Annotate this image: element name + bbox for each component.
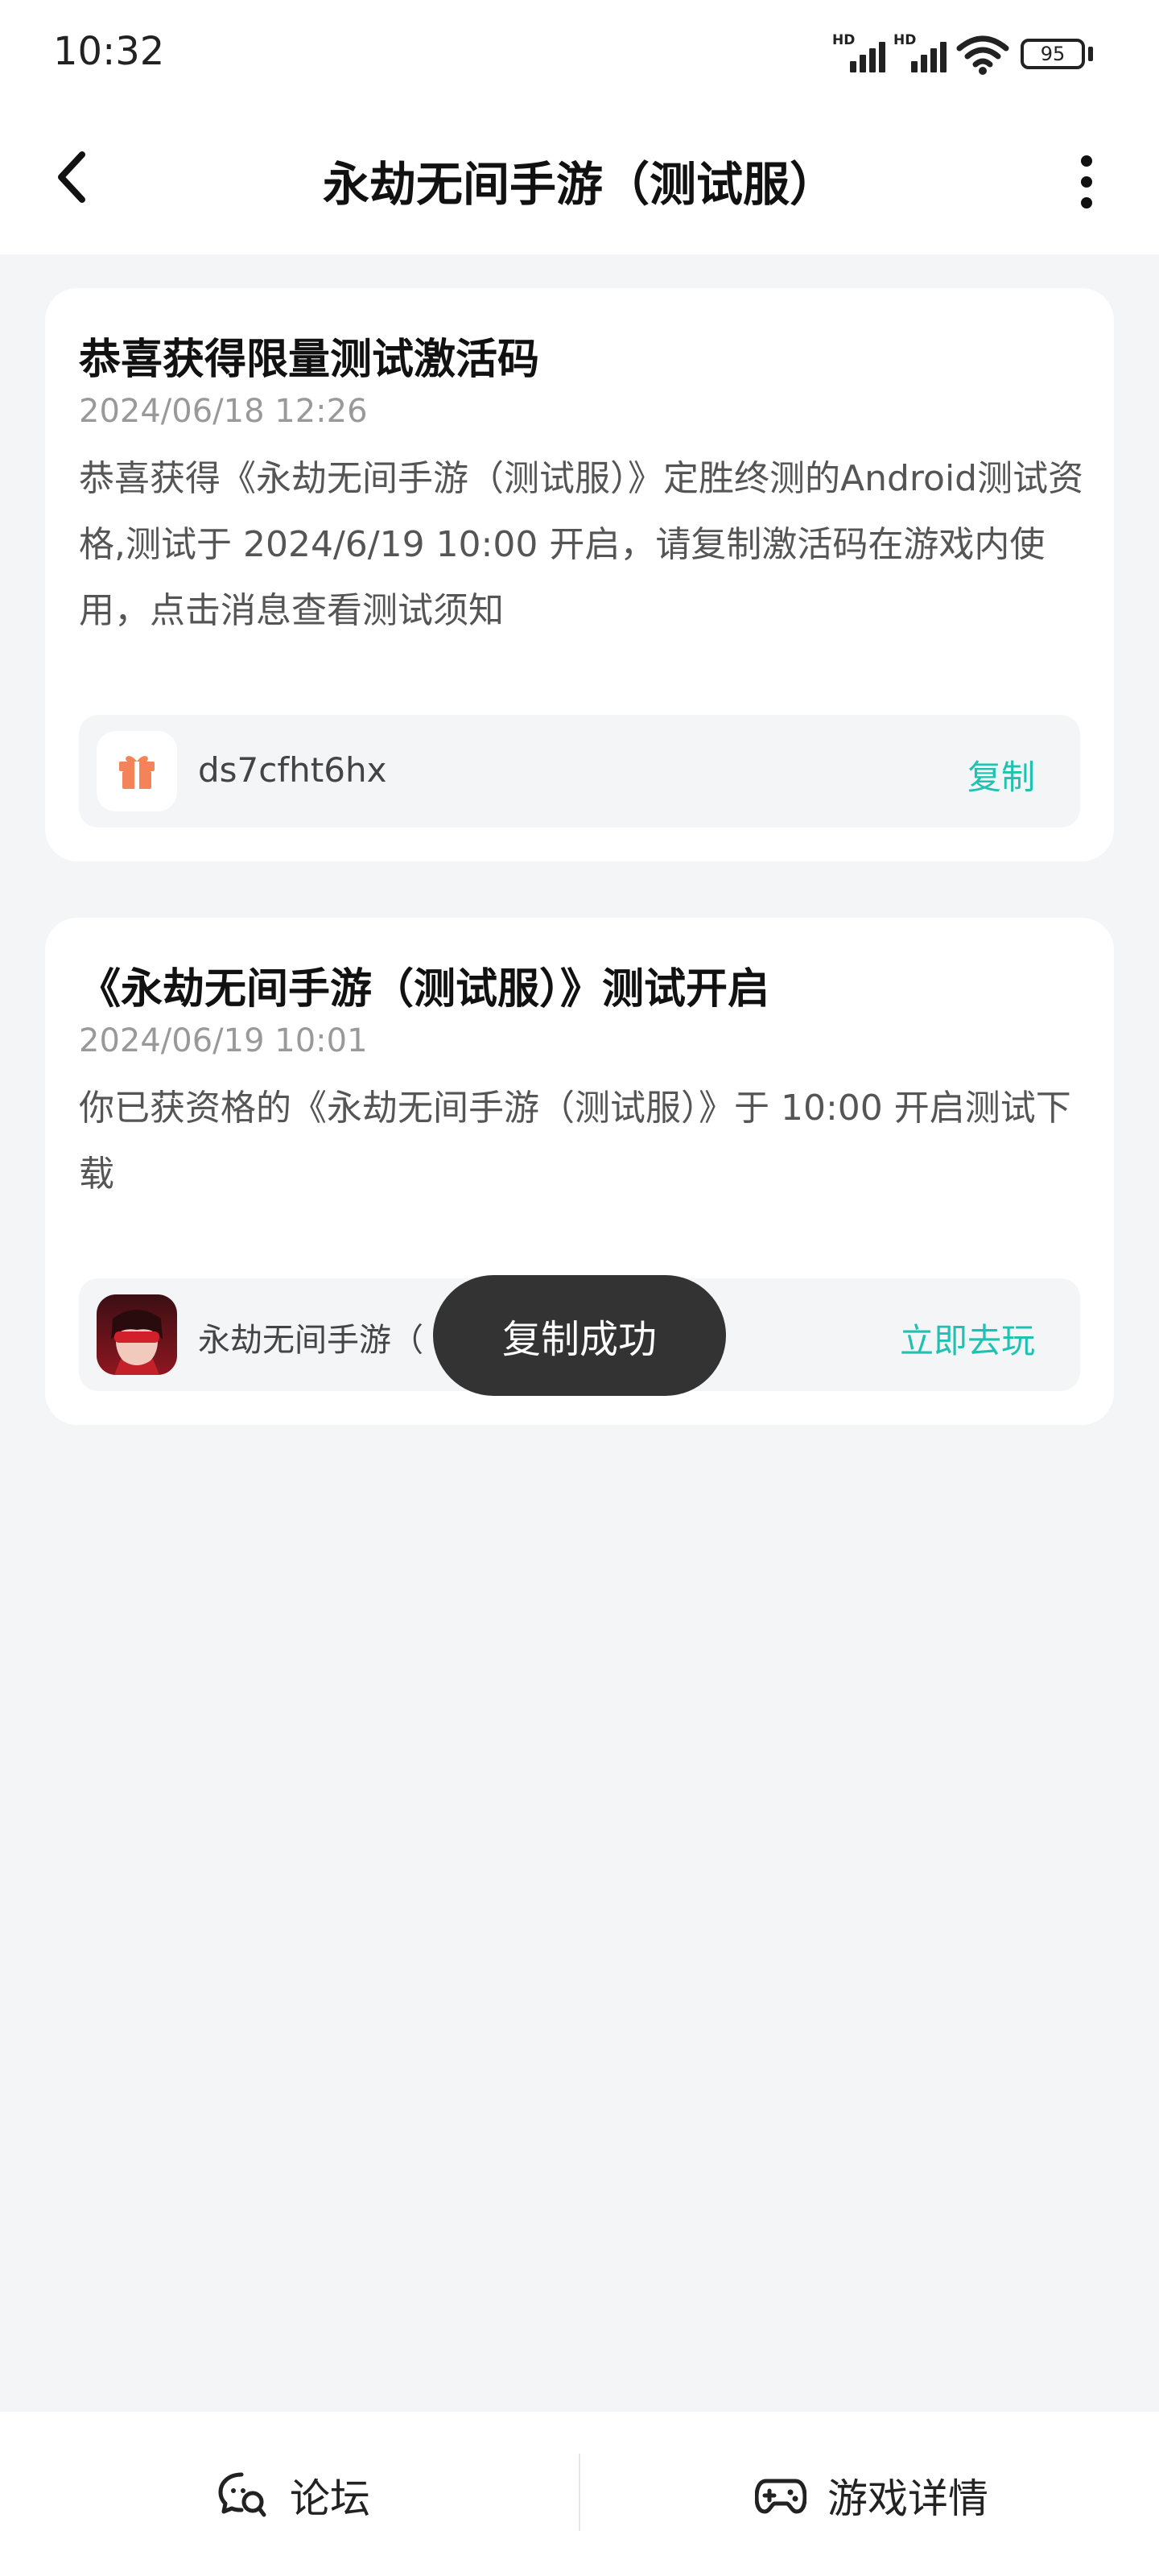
game-icon <box>97 1294 177 1375</box>
game-detail-label: 游戏详情 <box>827 2475 988 2522</box>
activation-code: ds7cfht6hx <box>198 750 387 790</box>
bottom-divider <box>579 2454 580 2531</box>
gamepad-icon <box>755 2479 806 2514</box>
page-title: 永劫无间手游（测试服） <box>322 157 836 212</box>
card-body: 恭喜获得《永劫无间手游（测试服）》定胜终测的Android测试资格,测试于 20… <box>79 458 1084 631</box>
toast-copy-success: 复制成功 <box>433 1275 726 1396</box>
wifi-icon <box>956 35 1009 75</box>
battery-level: 95 <box>1040 43 1066 65</box>
status-time: 10:32 <box>53 29 165 74</box>
card-title: 《永劫无间手游（测试服）》测试开启 <box>79 965 770 1013</box>
game-detail-tab[interactable]: 游戏详情 <box>755 2467 988 2524</box>
forum-label: 论坛 <box>290 2475 370 2522</box>
activation-code-box: ds7cfht6hx 复制 <box>79 715 1080 828</box>
card-date: 2024/06/19 10:01 <box>79 1022 368 1059</box>
message-card-activation-code[interactable]: 恭喜获得限量测试激活码 2024/06/18 12:26 恭喜获得《永劫无间手游… <box>45 288 1114 861</box>
cell-signal-icon-2: HD <box>893 32 947 72</box>
more-options-icon[interactable] <box>1062 150 1111 214</box>
card-title: 恭喜获得限量测试激活码 <box>79 336 540 384</box>
gift-icon <box>97 731 177 811</box>
status-bar: 10:32 HD HD 95 <box>0 0 1159 105</box>
forum-icon <box>218 2472 266 2517</box>
play-now-button[interactable]: 立即去玩 <box>900 1314 1035 1363</box>
cell-signal-icon: HD <box>832 32 885 72</box>
nav-bar: 永劫无间手游（测试服） <box>0 105 1159 254</box>
card-date: 2024/06/18 12:26 <box>79 393 368 430</box>
copy-button[interactable]: 复制 <box>967 750 1035 799</box>
battery-icon: 95 <box>1021 39 1085 69</box>
bottom-bar: 论坛 游戏详情 <box>0 2412 1159 2576</box>
card-body: 你已获资格的《永劫无间手游（测试服）》于 10:00 开启测试下载 <box>79 1088 1071 1195</box>
back-arrow-icon[interactable] <box>48 145 97 209</box>
forum-tab[interactable]: 论坛 <box>217 2467 370 2524</box>
game-name: 永劫无间手游（ <box>198 1322 423 1359</box>
battery-tip <box>1088 47 1093 61</box>
